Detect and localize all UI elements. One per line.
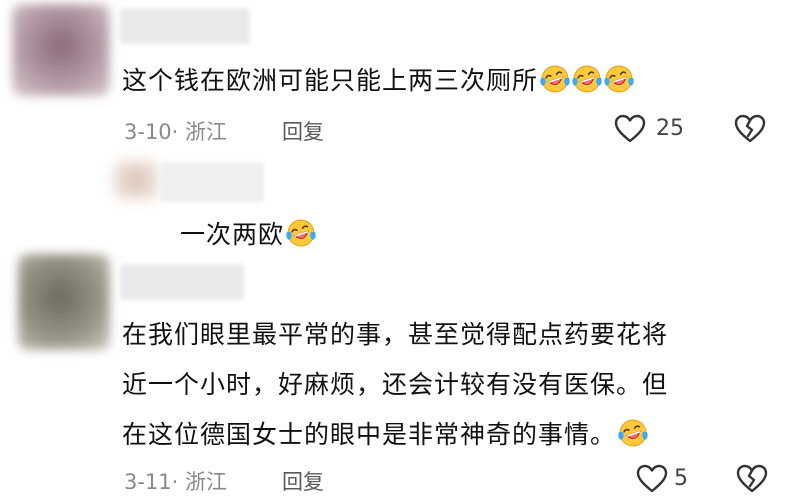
laughing-emoji-icon <box>572 63 602 93</box>
comment-text-content: 在我们眼里最平常的事，甚至觉得配点药要花将 <box>122 320 669 349</box>
comment-line: 在我们眼里最平常的事，甚至觉得配点药要花将 <box>122 312 668 358</box>
comment-text: 一次两欧 <box>180 212 316 258</box>
avatar[interactable] <box>112 160 160 200</box>
laughing-emoji-icon <box>618 417 648 447</box>
comment-line: 近一个小时，好麻烦，还会计较有没有医保。但 <box>122 362 668 408</box>
username-blurred[interactable] <box>160 162 264 202</box>
reply-button[interactable]: 回复 <box>282 466 324 496</box>
laughing-emoji-icon <box>604 63 634 93</box>
laughing-emoji-icon <box>286 217 316 247</box>
laughing-emoji-icon <box>540 63 570 93</box>
comment-meta: 3-10· 浙江 <box>124 116 227 146</box>
comment-text: 这个钱在欧洲可能只能上两三次厕所 <box>122 58 634 104</box>
comment-location: · 浙江 <box>171 470 228 494</box>
like-count: 5 <box>674 466 688 491</box>
broken-heart-icon[interactable] <box>736 464 768 494</box>
comment-date: 3-10 <box>124 120 172 144</box>
avatar[interactable] <box>18 254 110 350</box>
comment-line: 在这位德国女士的眼中是非常神奇的事情。 <box>122 412 648 458</box>
like-count: 25 <box>656 116 684 141</box>
comment-text-content: 近一个小时，好麻烦，还会计较有没有医保。但 <box>122 370 669 399</box>
avatar[interactable] <box>12 4 110 96</box>
comment-text-content: 一次两欧 <box>180 220 285 249</box>
comment-text-content: 这个钱在欧洲可能只能上两三次厕所 <box>122 66 539 95</box>
heart-icon[interactable] <box>614 114 646 144</box>
comment-date: 3-11 <box>124 470 172 494</box>
username-blurred[interactable] <box>120 264 244 300</box>
comment-location: · 浙江 <box>171 120 228 144</box>
comment-text-content: 在这位德国女士的眼中是非常神奇的事情。 <box>122 420 617 449</box>
reply-button[interactable]: 回复 <box>282 116 324 146</box>
username-blurred[interactable] <box>120 8 250 44</box>
broken-heart-icon[interactable] <box>734 114 766 144</box>
heart-icon[interactable] <box>636 464 668 494</box>
comment-meta: 3-11· 浙江 <box>124 466 227 496</box>
